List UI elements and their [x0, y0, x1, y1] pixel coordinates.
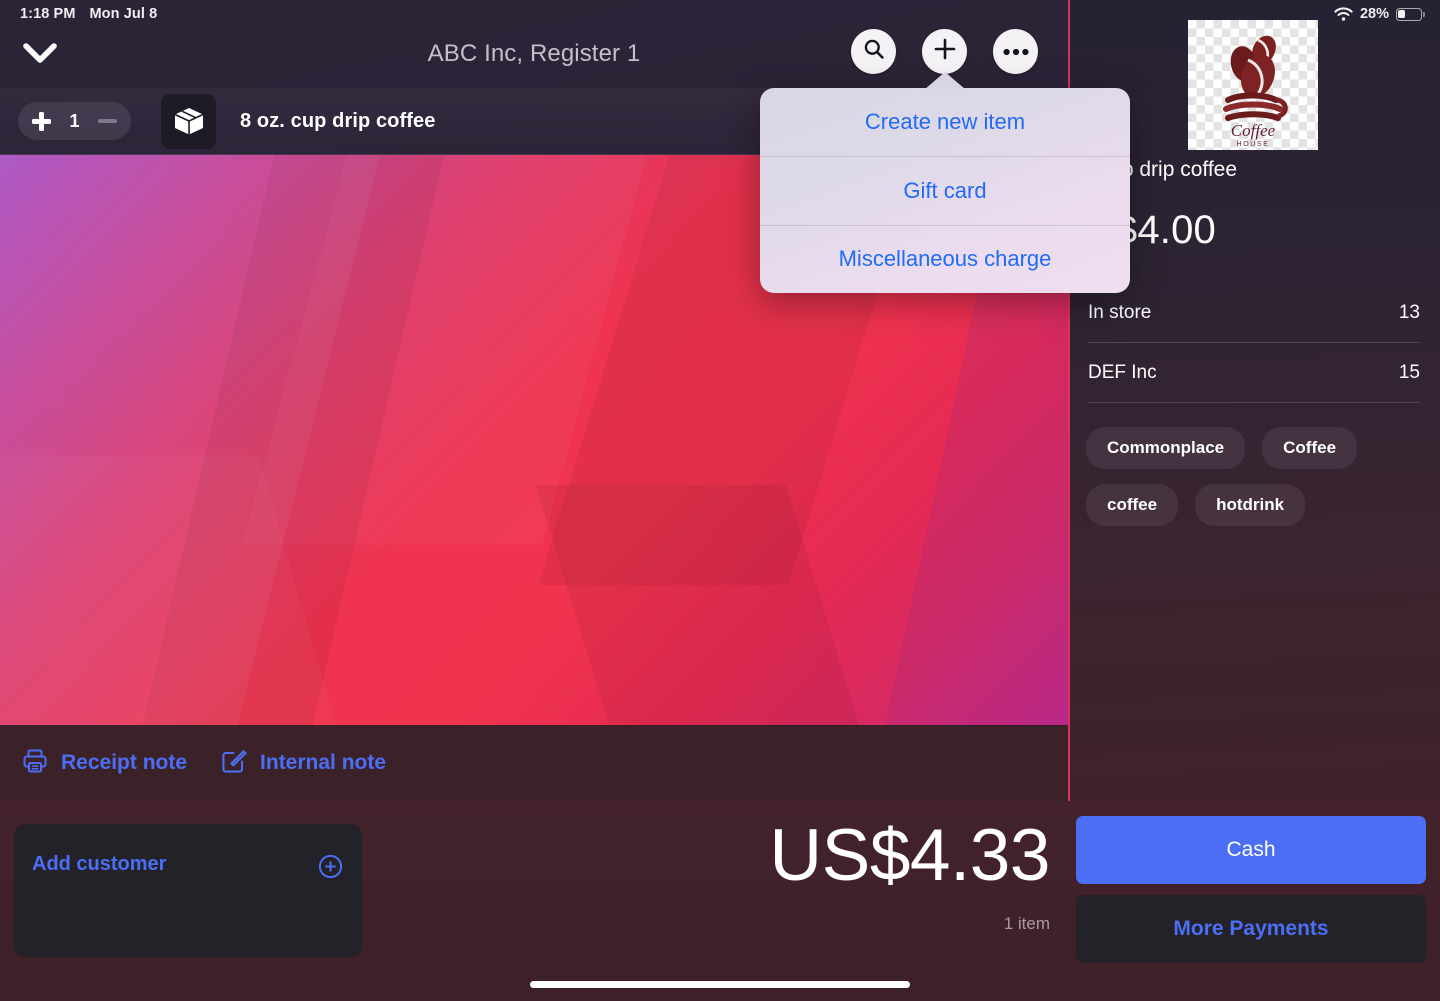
checkout-bar: Add customer US$4.33 1 item Cash More Pa…	[0, 801, 1440, 1001]
menu-item-create-new-item[interactable]: Create new item	[760, 88, 1130, 156]
navigation-bar: ABC Inc, Register 1	[0, 0, 1068, 88]
add-customer-card[interactable]: Add customer	[14, 824, 362, 957]
tag-pill[interactable]: coffee	[1086, 484, 1179, 526]
ellipsis-icon	[1003, 43, 1029, 61]
menu-item-miscellaneous-charge[interactable]: Miscellaneous charge	[760, 224, 1130, 293]
search-button[interactable]	[851, 29, 896, 74]
tag-pill[interactable]: Coffee	[1262, 427, 1358, 469]
inventory-location: DEF Inc	[1088, 361, 1157, 383]
add-item-popover: Create new item Gift card Miscellaneous …	[760, 88, 1130, 293]
inventory-count: 15	[1398, 361, 1420, 383]
cash-button[interactable]: Cash	[1076, 816, 1426, 884]
home-indicator[interactable]	[530, 981, 910, 988]
internal-note-label: Internal note	[260, 751, 387, 774]
payment-actions: Cash More Payments	[1076, 816, 1426, 963]
art-shape	[535, 485, 915, 725]
receipt-note-label: Receipt note	[61, 751, 188, 774]
notes-bar: Receipt note Internal note	[0, 725, 1068, 801]
product-name: . cup drip coffee	[1088, 158, 1238, 181]
item-count: 1 item	[1003, 914, 1050, 933]
package-box-icon	[161, 93, 216, 149]
svg-text:Coffee: Coffee	[1231, 121, 1276, 140]
inventory-row: DEF Inc 15	[1088, 343, 1420, 403]
add-customer-label: Add customer	[32, 853, 167, 875]
quantity-value: 1	[69, 110, 80, 131]
plus-circle-icon[interactable]	[318, 854, 343, 884]
total-amount: US$4.33	[769, 815, 1050, 896]
search-icon	[863, 38, 885, 65]
plus-icon[interactable]	[32, 111, 51, 131]
internal-note-button[interactable]: Internal note	[221, 748, 386, 779]
pos-screen: ABC Inc, Register 1 1 8 oz. cup drip cof…	[0, 0, 1440, 1001]
product-image: Coffee HOUSE	[1188, 20, 1318, 150]
popover-arrow	[925, 72, 965, 89]
minus-icon[interactable]	[97, 118, 117, 124]
add-button[interactable]	[922, 29, 967, 74]
pencil-square-icon	[221, 748, 247, 779]
quantity-stepper[interactable]: 1	[18, 102, 131, 140]
cart-item-name: 8 oz. cup drip coffee	[240, 109, 436, 132]
more-options-button[interactable]	[993, 29, 1038, 74]
inventory-list: In store 13 DEF Inc 15	[1088, 283, 1420, 403]
inventory-row: In store 13	[1088, 283, 1420, 343]
inventory-count: 13	[1398, 301, 1420, 323]
receipt-note-button[interactable]: Receipt note	[22, 748, 187, 779]
tag-pill[interactable]: hotdrink	[1195, 484, 1306, 526]
more-payments-button[interactable]: More Payments	[1076, 895, 1426, 963]
nav-actions	[851, 29, 1038, 74]
svg-text:HOUSE: HOUSE	[1237, 141, 1270, 148]
tag-pill[interactable]: Commonplace	[1086, 427, 1246, 469]
inventory-location: In store	[1088, 301, 1152, 323]
plus-icon	[933, 37, 957, 66]
printer-icon	[22, 748, 48, 779]
menu-item-gift-card[interactable]: Gift card	[760, 156, 1130, 224]
order-total: US$4.33 1 item	[560, 819, 1050, 934]
tag-list: Commonplace Coffee coffee hotdrink	[1086, 427, 1431, 526]
